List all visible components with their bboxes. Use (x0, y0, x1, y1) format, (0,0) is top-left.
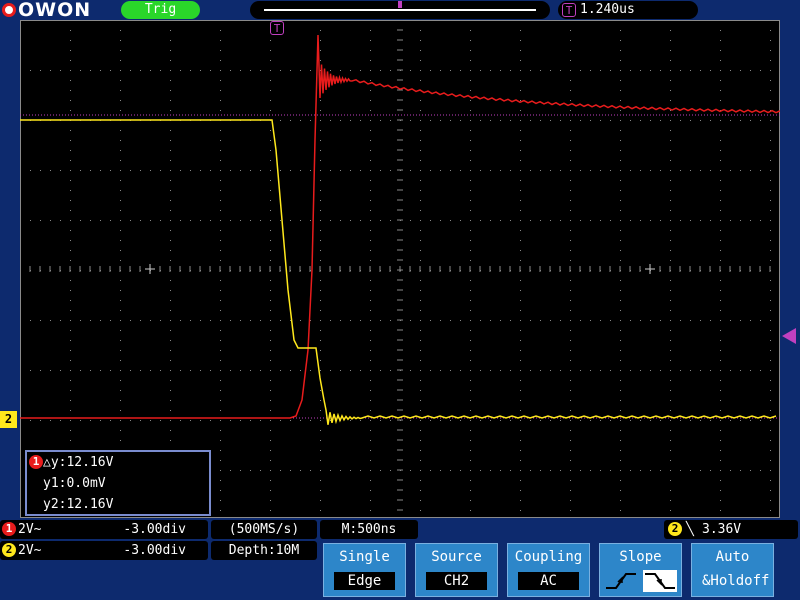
ch2-offset: -3.00div (123, 543, 186, 558)
softkey-trigger-type-title: Single (339, 549, 390, 565)
brand-logo: OWON (2, 0, 92, 21)
ch2-level-marker[interactable]: 2 (0, 411, 17, 428)
softkey-holdoff-value: &Holdoff (702, 573, 770, 589)
ch2-badge: 2 (2, 543, 16, 557)
ch1-scale: 2V~ (18, 522, 42, 537)
softkey-source-value: CH2 (426, 572, 487, 590)
horizontal-position-bar[interactable] (250, 1, 550, 19)
softkey-slope[interactable]: Slope (599, 543, 682, 597)
ch1-settings-row[interactable]: 1 2V~ -3.00div (0, 520, 208, 539)
trigger-level-readout: 2 ╲ 3.36V (664, 520, 798, 539)
rising-edge-icon[interactable] (604, 570, 638, 592)
ch1-badge: 1 (2, 522, 16, 536)
softkey-coupling-title: Coupling (514, 549, 583, 565)
trigger-point-icon: T (270, 21, 284, 35)
slope-options (602, 570, 679, 594)
softkey-source[interactable]: Source CH2 (415, 543, 498, 597)
cursor-y1: y1:0.0mV (43, 476, 106, 491)
waveform-display: T (20, 20, 780, 518)
cursor-measurement-panel: 1 △y:12.16V y1:0.0mV y2:12.16V (25, 450, 211, 516)
falling-edge-option-icon[interactable] (642, 570, 677, 592)
top-status-bar: OWON Trig T 1.240us (0, 0, 800, 21)
sample-rate-readout: (500MS/s) (211, 520, 317, 539)
softkey-coupling-value: AC (518, 572, 579, 590)
waveform-plot (20, 20, 780, 518)
graticule (20, 20, 780, 518)
cursor-channel-badge: 1 (29, 455, 43, 469)
trigger-level-arrow-icon[interactable] (782, 328, 796, 344)
ch2-waveform (20, 119, 777, 425)
logo-text: OWON (18, 0, 92, 21)
timebase-readout: M:500ns (320, 520, 418, 539)
falling-edge-icon: ╲ (686, 522, 694, 537)
softkey-trigger-type-value: Edge (334, 572, 395, 590)
ch2-scale: 2V~ (18, 543, 42, 558)
logo-ring-icon (2, 3, 16, 17)
position-track (264, 9, 536, 11)
softkey-holdoff[interactable]: Auto &Holdoff (691, 543, 774, 597)
cursor-y2: y2:12.16V (43, 497, 114, 512)
trigger-source-badge: 2 (668, 522, 682, 536)
cursor-delta-y: △y:12.16V (43, 455, 114, 470)
ch2-settings-row[interactable]: 2 2V~ -3.00div (0, 541, 208, 560)
trigger-status-badge: Trig (121, 1, 200, 19)
ch1-offset: -3.00div (123, 522, 186, 537)
trigger-offset-value: 1.240us (580, 2, 635, 17)
trigger-level-value: 3.36V (702, 522, 742, 537)
ch1-waveform (20, 34, 780, 419)
trigger-time-icon: T (562, 3, 576, 17)
trigger-position-marker (398, 1, 402, 8)
softkey-coupling[interactable]: Coupling AC (507, 543, 590, 597)
memory-depth-readout: Depth:10M (211, 541, 317, 560)
softkey-trigger-type[interactable]: Single Edge (323, 543, 406, 597)
softkey-slope-title: Slope (619, 549, 662, 565)
softkey-holdoff-title: Auto (715, 549, 750, 565)
trigger-offset-readout: T 1.240us (558, 1, 698, 19)
softkey-source-title: Source (431, 549, 482, 565)
